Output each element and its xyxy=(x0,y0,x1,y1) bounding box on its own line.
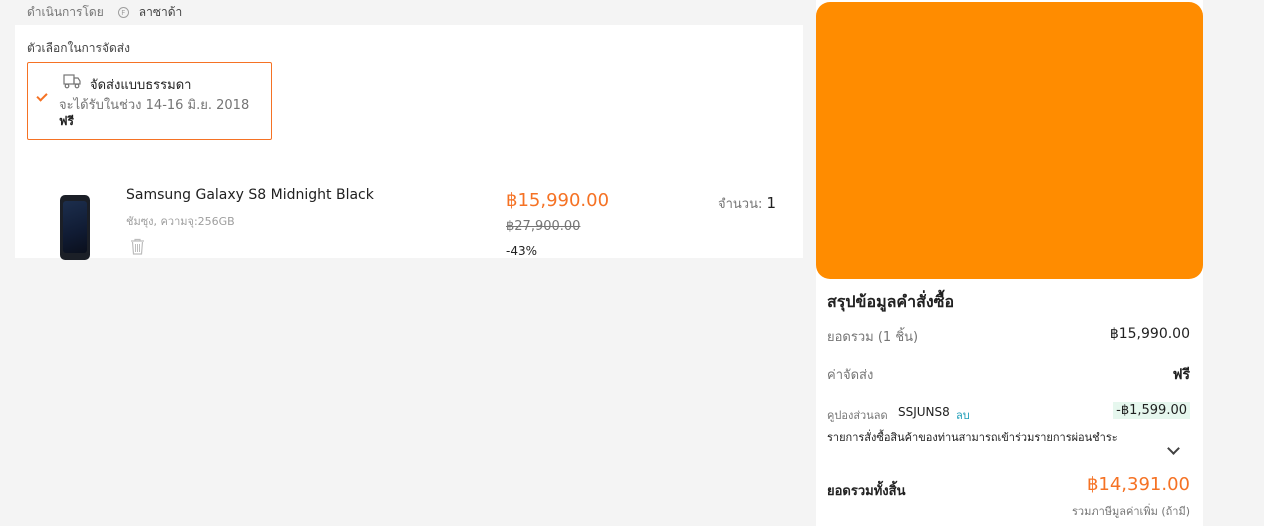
fulfilled-by-label: ดำเนินการโดย xyxy=(27,5,104,19)
shipping-value: ฟรี xyxy=(1172,367,1190,383)
subtotal-label: ยอดรวม (1 ชิ้น) xyxy=(827,330,919,345)
seller-icon: F xyxy=(117,7,129,18)
product-discount: -43% xyxy=(506,244,538,258)
product-price: ฿15,990.00 xyxy=(506,190,610,211)
fulfilled-by-row: ดำเนินการโดย F ลาซาด้า xyxy=(15,0,803,25)
delivery-option-name: จัดส่งแบบธรรมดา xyxy=(90,78,192,93)
coupon-discount-value: -฿1,599.00 xyxy=(1113,402,1190,419)
promo-banner xyxy=(816,2,1203,279)
product-image[interactable] xyxy=(60,195,90,260)
delivery-panel: ตัวเลือกในการจัดส่ง จัดส่งแบบธรรมดา จะได… xyxy=(15,25,803,260)
quantity-value: 1 xyxy=(766,194,777,212)
coupon-code: SSJUNS8 xyxy=(898,405,950,419)
subtotal-value: ฿15,990.00 xyxy=(1109,326,1190,342)
delivery-option-price: ฟรี xyxy=(59,114,74,128)
seller-name: ลาซาด้า xyxy=(138,5,183,19)
order-details-column: ดำเนินการโดย F ลาซาด้า ตัวเลือกในการจัดส… xyxy=(15,0,803,260)
check-icon xyxy=(36,90,48,102)
coupon-remove-link[interactable]: ลบ xyxy=(956,406,970,424)
total-value: ฿14,391.00 xyxy=(1086,474,1190,495)
order-summary-column: สรุปข้อมูลคำสั่งซื้อ ยอดรวม (1 ชิ้น) ฿15… xyxy=(816,0,1203,526)
cart-product-row: Samsung Galaxy S8 Midnight Black ชัมซุง,… xyxy=(15,165,803,260)
truck-icon xyxy=(63,74,81,89)
trash-icon[interactable] xyxy=(130,238,145,255)
delivery-option-standard[interactable]: จัดส่งแบบธรรมดา จะได้รับในช่วง 14-16 มิ.… xyxy=(27,62,272,140)
shipping-label: ค่าจัดส่ง xyxy=(827,368,874,383)
installment-note: รายการสั่งซื้อสินค้าของท่านสามารถเข้าร่ว… xyxy=(827,431,1118,444)
order-summary-title: สรุปข้อมูลคำสั่งซื้อ xyxy=(827,292,955,311)
quantity-label: จำนวน: xyxy=(718,197,763,212)
product-quantity: จำนวน: 1 xyxy=(718,193,776,214)
chevron-down-icon[interactable] xyxy=(1167,442,1180,455)
vat-note: รวมภาษีมูลค่าเพิ่ม (ถ้ามี) xyxy=(1072,505,1190,518)
coupon-label: คูปองส่วนลด xyxy=(827,409,888,422)
delivery-options-title: ตัวเลือกในการจัดส่ง xyxy=(27,41,130,55)
total-label: ยอดรวมทั้งสิ้น xyxy=(827,484,906,499)
product-variant: ชัมซุง, ความจุ:256GB xyxy=(126,215,235,228)
delivery-option-date: จะได้รับในช่วง 14-16 มิ.ย. 2018 xyxy=(59,98,250,113)
product-original-price: ฿27,900.00 xyxy=(506,219,581,234)
product-name[interactable]: Samsung Galaxy S8 Midnight Black xyxy=(126,187,374,203)
